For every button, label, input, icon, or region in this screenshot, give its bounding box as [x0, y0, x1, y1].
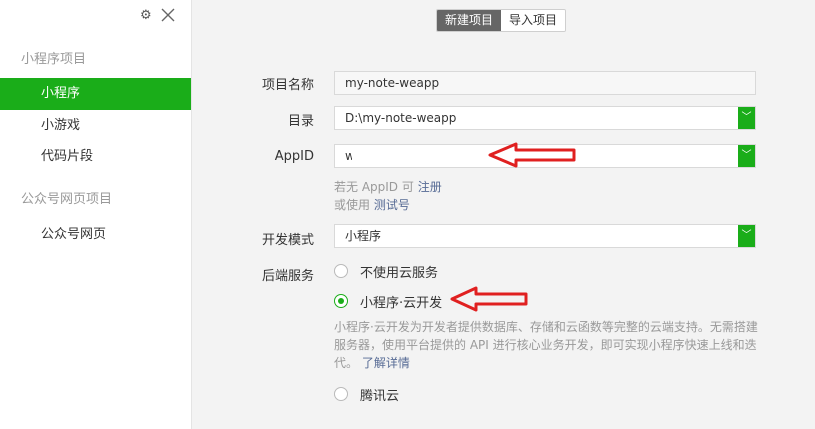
project-tabs: 新建项目 导入项目	[436, 9, 567, 32]
appid-hint-register: 若无 AppID 可 注册	[334, 178, 442, 195]
radio-label: 腾讯云	[360, 388, 400, 404]
radio-button[interactable]	[334, 294, 348, 308]
sidebar-item-minigame[interactable]: 小游戏	[0, 110, 191, 142]
directory-value: D:\my-note-weapp	[345, 111, 457, 125]
tab-import-project[interactable]: 导入项目	[501, 10, 566, 31]
test-account-link[interactable]: 测试号	[374, 198, 410, 212]
dev-mode-select[interactable]: 小程序 ﹀	[334, 224, 756, 248]
tab-new-project[interactable]: 新建项目	[437, 10, 502, 31]
sidebar-item-code-snippet[interactable]: 代码片段	[0, 141, 191, 173]
appid-hint-text: 若无 AppID 可	[334, 180, 414, 194]
redaction-mask	[352, 150, 470, 160]
sidebar-item-official-web[interactable]: 公众号网页	[0, 219, 191, 251]
sidebar: ⚙ 小程序项目 小程序 小游戏 代码片段 公众号网页项目 公众号网页	[0, 0, 192, 429]
dev-mode-value: 小程序	[345, 229, 382, 243]
chevron-down-icon[interactable]: ﹀	[738, 225, 755, 247]
radio-label: 不使用云服务	[360, 265, 439, 281]
or-use-text: 或使用	[334, 198, 371, 212]
appid-label: AppID	[274, 149, 314, 164]
chevron-down-icon[interactable]: ﹀	[738, 145, 755, 167]
cloud-description: 小程序·云开发为开发者提供数据库、存储和云函数等完整的云端支持。无需搭建服务器，…	[334, 318, 764, 372]
register-link[interactable]: 注册	[418, 180, 442, 194]
directory-label: 目录	[287, 114, 314, 129]
chevron-down-icon[interactable]: ﹀	[738, 107, 755, 129]
annotation-arrow-icon	[450, 286, 528, 312]
annotation-arrow-icon	[488, 142, 576, 168]
radio-tencent-cloud[interactable]: 腾讯云	[334, 385, 400, 404]
project-name-input[interactable]: my-note-weapp	[334, 71, 756, 95]
dev-mode-label: 开发模式	[261, 233, 314, 248]
section-title-miniprogram: 小程序项目	[21, 52, 87, 67]
radio-button[interactable]	[334, 264, 348, 278]
radio-no-cloud[interactable]: 不使用云服务	[334, 262, 439, 281]
radio-label: 小程序·云开发	[360, 295, 443, 311]
learn-more-link[interactable]: 了解详情	[362, 356, 410, 370]
backend-label: 后端服务	[261, 269, 314, 284]
gear-icon[interactable]: ⚙	[140, 7, 152, 25]
close-icon[interactable]	[160, 7, 176, 29]
radio-cloud-dev[interactable]: 小程序·云开发	[334, 292, 443, 311]
appid-hint-test: 或使用 测试号	[334, 196, 410, 213]
section-title-official-account: 公众号网页项目	[21, 192, 113, 207]
sidebar-item-miniprogram[interactable]: 小程序	[0, 78, 191, 110]
radio-button[interactable]	[334, 387, 348, 401]
directory-select[interactable]: D:\my-note-weapp ﹀	[334, 106, 756, 130]
project-name-label: 项目名称	[261, 78, 314, 93]
